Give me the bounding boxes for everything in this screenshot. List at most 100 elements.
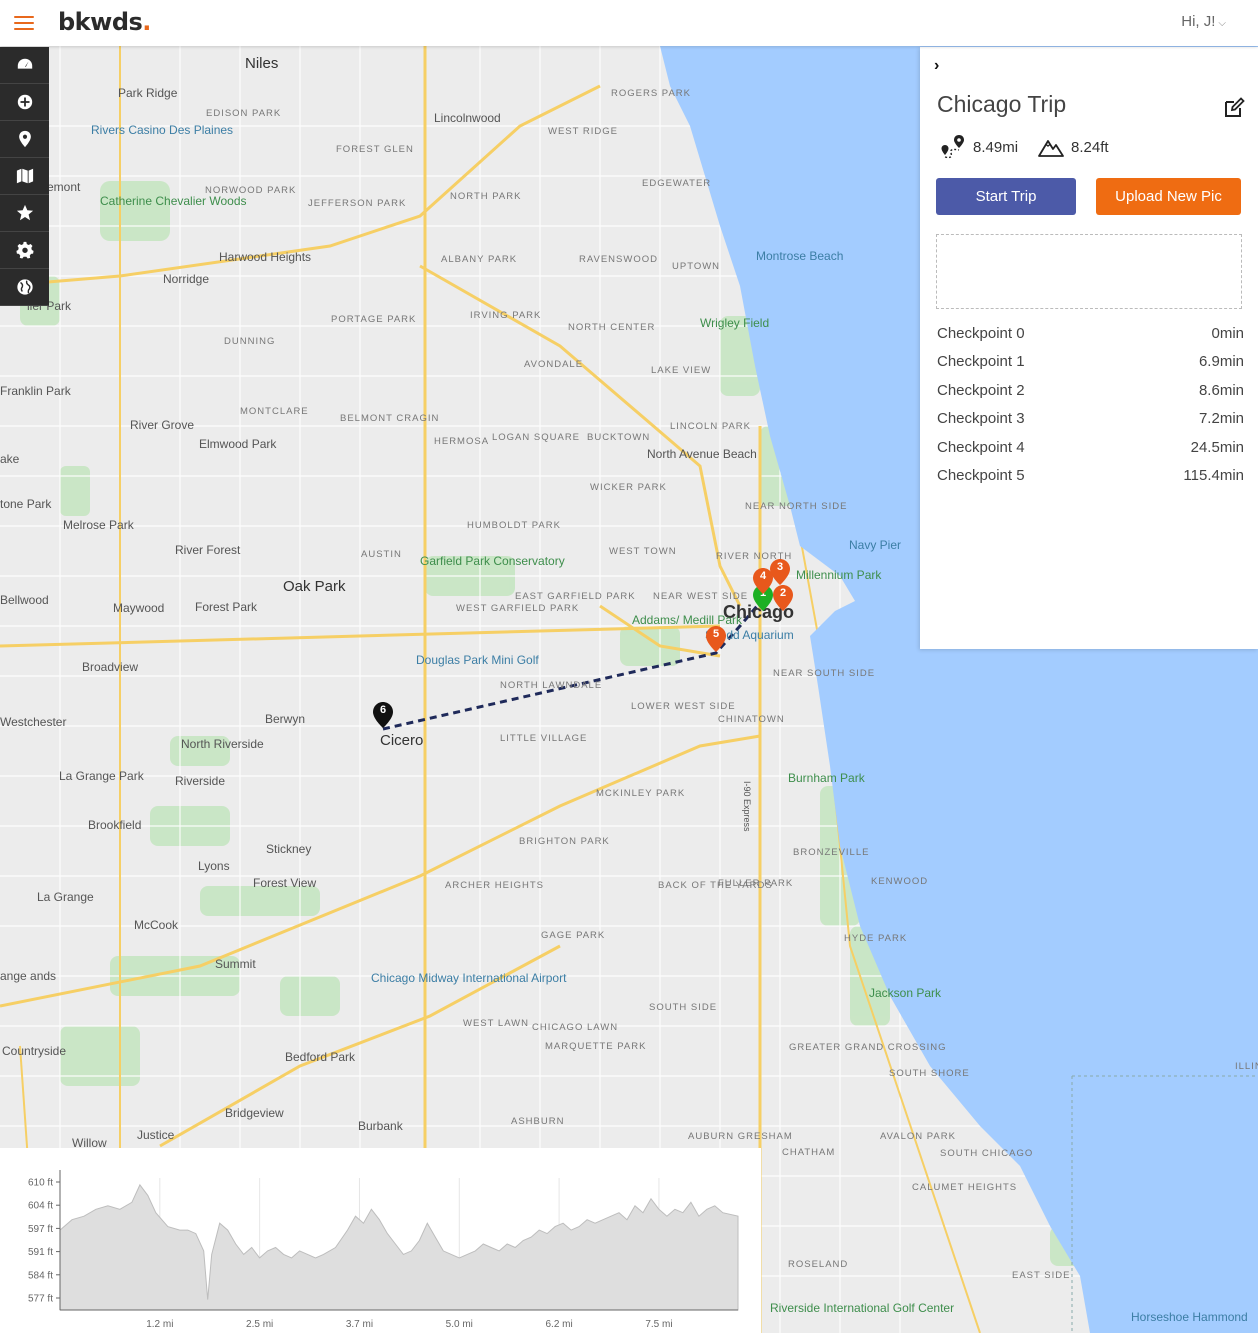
map-label: Douglas Park Mini Golf xyxy=(416,653,539,667)
map-label: SOUTH SIDE xyxy=(649,1002,718,1013)
map-label: tone Park xyxy=(0,497,52,511)
distance-value: 8.49mi xyxy=(973,138,1019,156)
chart-x-tick-label: 6.2 mi xyxy=(545,1319,572,1330)
checkpoint-time: 6.9min xyxy=(1198,353,1244,371)
plus-circle-icon[interactable] xyxy=(0,84,49,121)
map-label: BRONZEVILLE xyxy=(793,847,870,858)
map-label: WEST LAWN xyxy=(463,1018,530,1029)
list-item[interactable]: Checkpoint 5 115.4min xyxy=(937,462,1244,491)
map-label: Broadview xyxy=(82,660,139,674)
map-label: Riverside xyxy=(175,774,226,788)
map-label: WEST GARFIELD PARK xyxy=(456,603,580,614)
map-label: HERMOSA xyxy=(434,436,490,447)
list-item[interactable]: Checkpoint 3 7.2min xyxy=(937,405,1244,434)
map-label: GREATER GRAND CROSSING xyxy=(789,1042,947,1053)
list-item[interactable]: Checkpoint 1 6.9min xyxy=(937,348,1244,377)
list-item[interactable]: Checkpoint 0 0min xyxy=(937,319,1244,348)
route-marker-checkpoint[interactable]: 5 xyxy=(706,626,726,652)
map-label: Burbank xyxy=(358,1119,403,1133)
map-label: Elmwood Park xyxy=(199,437,277,451)
map-label: LAKE VIEW xyxy=(651,365,712,376)
dashboard-icon[interactable] xyxy=(0,47,49,84)
list-item[interactable]: Checkpoint 2 8.6min xyxy=(937,376,1244,405)
map-label: Montrose Beach xyxy=(756,249,844,263)
checkpoint-name: Checkpoint 4 xyxy=(937,438,1025,456)
map-label: EAST SIDE xyxy=(1012,1270,1071,1281)
hamburger-menu-icon[interactable] xyxy=(14,16,34,30)
photo-dropzone[interactable] xyxy=(936,234,1242,309)
start-trip-button[interactable]: Start Trip xyxy=(936,178,1076,215)
globe-icon[interactable] xyxy=(0,269,49,306)
map-label: ake xyxy=(0,452,20,466)
map-label: SOUTH SHORE xyxy=(889,1068,970,1079)
map-label: EDGEWATER xyxy=(642,178,712,189)
map-label: ange ands xyxy=(0,969,57,983)
map-label: AUSTIN xyxy=(361,549,402,560)
map-label: CALUMET HEIGHTS xyxy=(912,1182,1018,1193)
route-marker-checkpoint[interactable]: 3 xyxy=(770,559,790,585)
checkpoint-time: 8.6min xyxy=(1198,381,1244,399)
map-label: MONTCLARE xyxy=(240,406,309,417)
chart-y-tick-label: 610 ft xyxy=(28,1178,53,1189)
chevron-down-icon: ⌵ xyxy=(1218,18,1226,29)
cog-icon[interactable] xyxy=(0,232,49,269)
map-label: La Grange Park xyxy=(59,769,144,783)
trip-panel: › Chicago Trip 8.49mi 8.24ft Start Trip … xyxy=(920,47,1258,649)
map-label: Navy Pier xyxy=(849,538,902,552)
map-label: UPTOWN xyxy=(672,261,721,272)
mountain-icon xyxy=(1038,140,1064,157)
map-label: ROGERS PARK xyxy=(611,88,691,99)
map-label: Forest View xyxy=(253,876,317,890)
map-label: FOREST GLEN xyxy=(336,144,414,155)
map-label: La Grange xyxy=(37,890,94,904)
route-marker-checkpoint[interactable]: 2 xyxy=(773,585,793,611)
route-marker-checkpoint[interactable]: 4 xyxy=(753,568,773,594)
map-label: Garfield Park Conservatory xyxy=(420,554,565,568)
map-label: MCKINLEY PARK xyxy=(596,788,686,799)
map-label: emont xyxy=(47,180,81,194)
edit-icon[interactable] xyxy=(1223,97,1245,119)
distance-stat: 8.49mi xyxy=(939,133,1018,161)
map-icon[interactable] xyxy=(0,158,49,195)
checkpoint-time: 115.4min xyxy=(1183,467,1244,485)
checkpoint-time: 0min xyxy=(1211,324,1244,342)
map-label: HUMBOLDT PARK xyxy=(467,520,561,531)
map-label: Bedford Park xyxy=(285,1050,356,1064)
map-label: NORTH CENTER xyxy=(568,322,656,333)
chart-x-tick-label: 1.2 mi xyxy=(146,1319,173,1330)
map-pin-icon[interactable] xyxy=(0,121,49,158)
map-label: BUCKTOWN xyxy=(587,432,651,443)
map-label: JEFFERSON PARK xyxy=(308,198,407,209)
upload-pic-button[interactable]: Upload New Pic xyxy=(1096,178,1241,215)
star-icon[interactable] xyxy=(0,195,49,232)
map-label: WEST TOWN xyxy=(609,546,677,557)
map-label: FULLER PARK xyxy=(718,878,794,889)
collapse-panel-icon[interactable]: › xyxy=(934,57,939,75)
map-label: Niles xyxy=(245,55,279,72)
map-label: SOUTH CHICAGO xyxy=(940,1148,1034,1159)
elevation-chart[interactable]: 610 ft 604 ft 597 ft 591 ft 584 ft 577 ft 1.2 … xyxy=(0,1148,761,1333)
map-label: HYDE PARK xyxy=(844,933,908,944)
map-label: McCook xyxy=(134,918,179,932)
elevation-area xyxy=(59,1183,739,1311)
app-logo[interactable]: bkwds. xyxy=(58,8,151,36)
user-menu[interactable]: Hi, J! ⌵ xyxy=(1181,13,1226,30)
checkpoint-name: Checkpoint 5 xyxy=(937,467,1025,485)
checkpoint-list: Checkpoint 0 0min Checkpoint 1 6.9min Chec… xyxy=(937,319,1244,490)
map-label: Brookfield xyxy=(88,818,142,832)
map-label: Park Ridge xyxy=(118,86,178,100)
elevation-value: 8.24ft xyxy=(1071,138,1109,156)
map-label: North Riverside xyxy=(181,737,264,751)
map-label: Melrose Park xyxy=(63,518,134,532)
route-marker-end[interactable]: 6 xyxy=(373,702,393,728)
checkpoint-name: Checkpoint 2 xyxy=(937,381,1025,399)
elevation-chart-svg: 610 ft 604 ft 597 ft 591 ft 584 ft 577 ft 1.2 … xyxy=(28,1170,739,1330)
map-label: KENWOOD xyxy=(871,876,929,887)
map-label: Wrigley Field xyxy=(700,316,770,330)
map-label: Summit xyxy=(215,957,256,971)
list-item[interactable]: Checkpoint 4 24.5min xyxy=(937,433,1244,462)
map-label: Norridge xyxy=(163,272,210,286)
map-label: ALBANY PARK xyxy=(441,254,518,265)
map-label: GAGE PARK xyxy=(541,930,606,941)
map-label: Lyons xyxy=(198,859,230,873)
